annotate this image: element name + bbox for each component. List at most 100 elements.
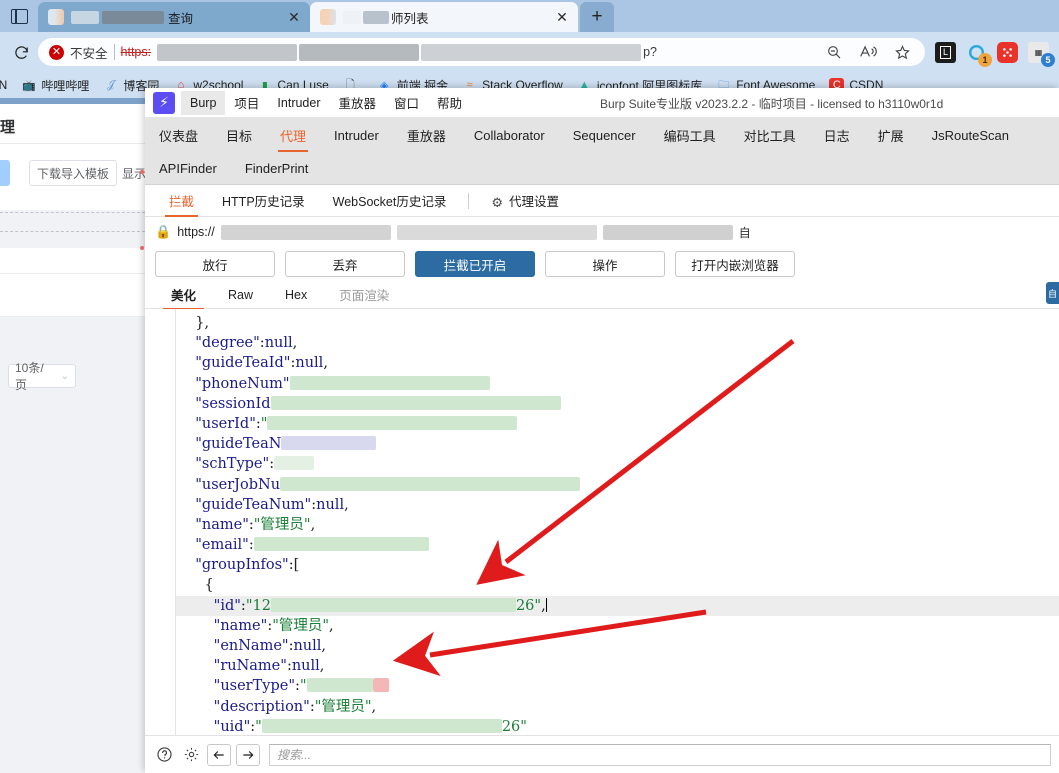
download-template-button[interactable]: 下载导入模板 bbox=[29, 160, 117, 186]
arrow-left-icon[interactable] bbox=[207, 743, 231, 766]
menu-repeater[interactable]: 重放器 bbox=[330, 88, 386, 117]
webpage-primary-button[interactable]: 条 bbox=[0, 160, 10, 186]
extension-qrcode[interactable]: ▦ 5 bbox=[1028, 41, 1055, 67]
webpage-divider bbox=[0, 273, 145, 274]
redacted-value bbox=[289, 375, 490, 390]
tab-decoder[interactable]: 编码工具 bbox=[650, 118, 730, 153]
tab-dashboard[interactable]: 仪表盘 bbox=[145, 118, 212, 153]
view-tab-raw[interactable]: Raw bbox=[212, 283, 269, 307]
page-size-select[interactable]: 10条/页 ⌄ bbox=[8, 361, 76, 392]
code-token: : bbox=[248, 537, 254, 554]
drop-button[interactable]: 丢弃 bbox=[285, 251, 405, 277]
tab-favicon bbox=[48, 9, 64, 25]
view-tab-hex[interactable]: Hex bbox=[269, 283, 323, 307]
browser-tab-2[interactable]: 师列表 ✕ bbox=[310, 2, 578, 32]
tab-finderprint[interactable]: FinderPrint bbox=[231, 153, 323, 184]
security-label: 不安全 bbox=[70, 46, 108, 61]
tab-comparer[interactable]: 对比工具 bbox=[730, 118, 810, 153]
tab-proxy[interactable]: 代理 bbox=[266, 118, 320, 153]
browser-tab-1[interactable]: 查询 ✕ bbox=[38, 2, 310, 32]
forward-button[interactable]: 放行 bbox=[155, 251, 275, 277]
extension-lastpass[interactable]: L bbox=[935, 41, 956, 63]
text-caret bbox=[545, 597, 547, 612]
redacted-value bbox=[306, 678, 373, 693]
code-token: "userId" bbox=[195, 415, 256, 432]
view-tab-pretty[interactable]: 美化 bbox=[155, 280, 212, 310]
proxy-subtabs: 拦截 HTTP历史记录 WebSocket历史记录 ⚙ 代理设置 bbox=[145, 185, 1059, 217]
code-token: , bbox=[292, 335, 298, 352]
code-line: "schType": bbox=[176, 454, 1059, 474]
menu-burp[interactable]: Burp bbox=[181, 90, 226, 115]
bookmark-csdn-partial[interactable]: DN bbox=[0, 78, 7, 92]
read-aloud-icon[interactable] bbox=[851, 38, 885, 66]
code-line: "uid":" 26" bbox=[176, 717, 1059, 735]
action-button[interactable]: 操作 bbox=[545, 251, 665, 277]
code-token: "uid" bbox=[213, 718, 251, 735]
gear-icon[interactable] bbox=[180, 744, 202, 766]
arrow-right-icon[interactable] bbox=[236, 743, 260, 766]
intercept-toggle-button[interactable]: 拦截已开启 bbox=[415, 251, 535, 277]
code-token: "管理员" bbox=[253, 516, 311, 533]
menu-project[interactable]: 项目 bbox=[225, 88, 268, 117]
favorite-star-icon[interactable] bbox=[885, 38, 919, 66]
tab-extensions[interactable]: 扩展 bbox=[864, 118, 918, 153]
tab-close-icon[interactable]: ✕ bbox=[552, 7, 572, 27]
redacted-value bbox=[270, 395, 561, 410]
tab-collaborator[interactable]: Collaborator bbox=[460, 120, 559, 151]
code-line: "userId":" bbox=[176, 414, 1059, 434]
burp-menubar: ⚡ Burp 项目 Intruder 重放器 窗口 帮助 Burp Suite专… bbox=[145, 88, 1059, 118]
address-bar[interactable]: ✕ 不安全 https: p? bbox=[38, 38, 925, 66]
tab-jsroutescan[interactable]: JsRouteScan bbox=[918, 120, 1023, 151]
webpage-table-area bbox=[0, 248, 145, 316]
menu-intruder[interactable]: Intruder bbox=[268, 91, 329, 115]
intercepted-url-scheme: https:// bbox=[177, 225, 215, 239]
redacted-value bbox=[274, 456, 315, 471]
extension-sync[interactable]: 1 bbox=[966, 42, 992, 67]
tab-logger[interactable]: 日志 bbox=[810, 118, 864, 153]
tab-target[interactable]: 目标 bbox=[212, 118, 266, 153]
proxy-settings-label: 代理设置 bbox=[509, 194, 560, 209]
view-tab-render[interactable]: 页面渲染 bbox=[323, 280, 405, 309]
code-token: "id" bbox=[213, 597, 241, 614]
subtab-intercept[interactable]: 拦截 bbox=[155, 184, 208, 217]
reload-icon[interactable] bbox=[6, 37, 36, 67]
help-icon[interactable] bbox=[153, 744, 175, 766]
burp-suite-window: ⚡ Burp 项目 Intruder 重放器 窗口 帮助 Burp Suite专… bbox=[145, 88, 1059, 773]
json-code-content[interactable]: }, "degree":null, "guideTeaId":null, "ph… bbox=[176, 309, 1059, 735]
message-editor[interactable]: }, "degree":null, "guideTeaId":null, "ph… bbox=[145, 309, 1059, 735]
redacted-url bbox=[157, 43, 298, 61]
new-tab-button[interactable]: + bbox=[580, 2, 614, 32]
redacted-value bbox=[253, 537, 429, 552]
code-token: 26" bbox=[515, 597, 542, 614]
tab-intruder[interactable]: Intruder bbox=[320, 120, 393, 151]
tab-close-icon[interactable]: ✕ bbox=[284, 7, 304, 27]
subtab-websocket-history[interactable]: WebSocket历史记录 bbox=[319, 184, 461, 217]
tab-apifinder[interactable]: APIFinder bbox=[145, 153, 231, 184]
tab-actions-menu[interactable] bbox=[0, 0, 38, 32]
redacted-text bbox=[343, 10, 361, 24]
redacted-url bbox=[421, 43, 642, 61]
zoom-out-icon[interactable] bbox=[817, 38, 851, 66]
inspector-toggle-button[interactable]: 自 bbox=[1046, 282, 1059, 304]
search-input[interactable]: 搜索... bbox=[269, 743, 1051, 766]
url-scheme: https: bbox=[120, 45, 152, 59]
extension-dice[interactable] bbox=[997, 41, 1018, 63]
redacted-text bbox=[363, 10, 389, 24]
code-token: "description" bbox=[213, 698, 310, 715]
subtab-divider bbox=[468, 192, 470, 209]
redacted-value bbox=[270, 597, 516, 612]
bookmark-bilibili[interactable]: 📺 哔哩哔哩 bbox=[21, 77, 89, 94]
required-marker bbox=[140, 170, 144, 174]
subtab-http-history[interactable]: HTTP历史记录 bbox=[208, 184, 319, 217]
proxy-settings-button[interactable]: ⚙ 代理设置 bbox=[477, 184, 573, 218]
browser-tab-2-title: 师列表 bbox=[343, 8, 545, 27]
extension-icons: L 1 ▦ 5 bbox=[925, 41, 1055, 67]
menu-window[interactable]: 窗口 bbox=[385, 88, 428, 117]
tab-sequencer[interactable]: Sequencer bbox=[559, 120, 650, 151]
redacted-url bbox=[220, 224, 391, 240]
menu-help[interactable]: 帮助 bbox=[428, 88, 471, 117]
open-browser-button[interactable]: 打开内嵌浏览器 bbox=[675, 251, 795, 277]
code-line: "degree":null, bbox=[176, 333, 1059, 353]
tab-repeater[interactable]: 重放器 bbox=[393, 118, 460, 153]
screen: 查询 ✕ 师列表 ✕ + ✕ 不安全 https: p? L 1 ▦ 5 N 📺… bbox=[0, 0, 1059, 773]
